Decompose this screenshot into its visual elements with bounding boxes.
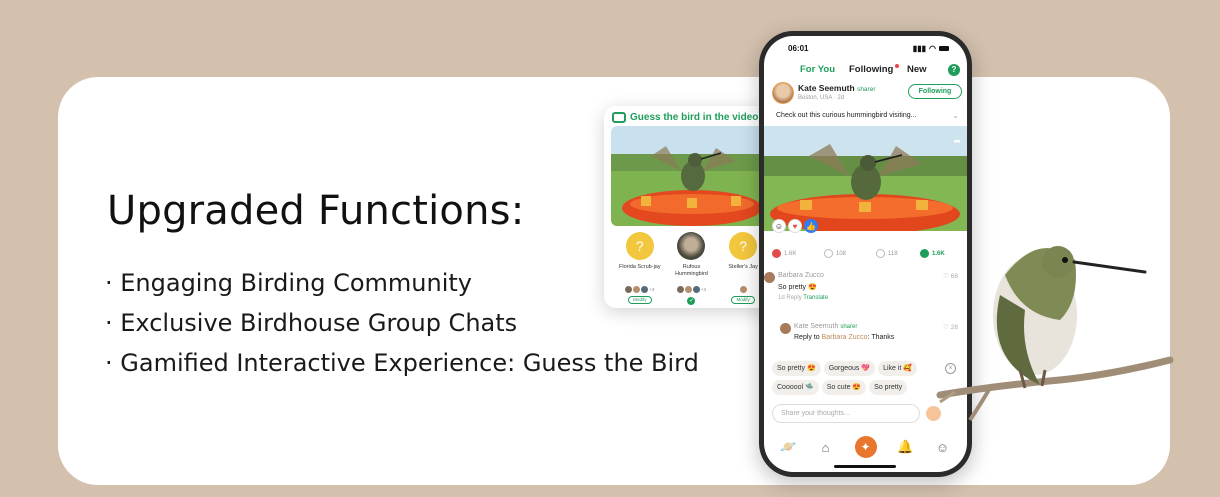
reply-to-name[interactable]: Barbara Zucco — [822, 334, 868, 341]
comment-input[interactable]: Share your thoughts... — [772, 404, 920, 423]
like-stat[interactable]: 1.6K — [772, 249, 796, 258]
following-button[interactable]: Following — [908, 84, 962, 99]
modify-button[interactable]: Modify — [731, 296, 756, 304]
hummingbird-video-image — [611, 126, 773, 226]
share-icon[interactable]: ➦ — [953, 136, 961, 147]
quick-reply-chip[interactable]: Coooool 🛸 — [772, 380, 819, 395]
guess-the-bird-card: Guess the bird in the video ? Florida Sc… — [604, 106, 779, 308]
guess-card-title: Guess the bird in the video — [612, 112, 758, 123]
guess-options: ? Florida Scrub-jay +3 Modify Rufous Hum… — [604, 232, 779, 305]
chevron-down-icon[interactable]: ⌄ — [952, 111, 959, 120]
author-role: sharer — [857, 86, 876, 93]
like-reaction-icon[interactable]: 👍 — [804, 219, 818, 233]
bookmark-stat[interactable]: 118 — [876, 249, 898, 258]
reaction-picker: ☺ ♥ 👍 — [772, 219, 818, 233]
avatar — [641, 286, 649, 293]
check-icon: ✓ — [687, 297, 696, 305]
modify-button[interactable]: Modify — [627, 296, 652, 304]
reply-link[interactable]: Reply — [786, 295, 801, 301]
translate-link[interactable]: Translate — [803, 295, 828, 301]
share-icon — [824, 249, 833, 258]
question-icon: ? — [729, 232, 758, 260]
smile-reaction-icon[interactable]: ☺ — [772, 219, 786, 233]
signal-icons: ▮▮▮ ◠ — [913, 44, 949, 53]
reply-prefix: Reply to — [794, 334, 820, 341]
avatar — [692, 286, 700, 293]
heart-icon — [772, 249, 781, 258]
avatar — [625, 286, 633, 293]
post-author[interactable]: Kate Seemuth sharer — [798, 83, 876, 93]
heart-reaction-icon[interactable]: ♥ — [788, 219, 802, 233]
home-indicator — [834, 465, 896, 468]
avatar — [764, 272, 775, 283]
post-media[interactable]: ➦ — [764, 126, 967, 231]
avatar — [633, 286, 641, 293]
post-header: Kate Seemuth sharer Boston, USA · 2d Fol… — [772, 82, 962, 108]
birdhouse-icon[interactable]: ⌂ — [818, 439, 834, 455]
avatar[interactable] — [772, 82, 794, 104]
reply-author-name: Kate Seemuth — [794, 323, 839, 330]
reply-body: : Thanks — [867, 334, 895, 341]
tab-following[interactable]: Following — [849, 64, 893, 75]
notification-dot — [895, 64, 899, 68]
share-count: 108 — [836, 250, 847, 257]
like-count: 1.6K — [784, 250, 797, 257]
camera-bird-icon[interactable]: ✦ — [854, 436, 877, 458]
tab-new[interactable]: New — [907, 64, 927, 75]
comment-time: 1d — [778, 295, 785, 301]
bookmark-count: 118 — [888, 250, 898, 257]
reply-author-role: sharer — [840, 324, 858, 330]
hummingbird-feeder-image — [764, 126, 967, 231]
author-name: Kate Seemuth — [798, 83, 855, 93]
profile-icon[interactable]: ☺ — [935, 439, 951, 455]
quick-reply-chip[interactable]: Like it 🥰 — [878, 361, 918, 376]
guess-video[interactable] — [611, 126, 773, 226]
question-icon: ? — [625, 232, 654, 260]
avatar — [684, 286, 692, 293]
tab-for-you[interactable]: For You — [800, 64, 835, 75]
battery-icon — [939, 46, 949, 51]
help-icon[interactable]: ? — [948, 64, 960, 76]
planet-icon[interactable]: 🪐 — [780, 439, 796, 455]
bell-icon[interactable]: 🔔 — [897, 439, 913, 455]
guess-option[interactable]: Rufous Hummingbird +3 ✓ — [666, 232, 716, 305]
page-title: Upgraded Functions: — [107, 188, 525, 234]
wifi-icon: ◠ — [929, 44, 936, 53]
bookmark-icon — [876, 249, 885, 258]
voter-avatars: +3 — [615, 286, 665, 293]
quick-reply-chip[interactable]: Gorgeous 💖 — [823, 361, 876, 376]
quick-reply-chip[interactable]: So cute 😍 — [821, 380, 867, 395]
comment-icon — [920, 249, 929, 258]
option-label: Rufous Hummingbird — [675, 264, 708, 277]
avatar — [739, 286, 747, 293]
quick-reply-chip[interactable]: So pretty — [869, 380, 908, 395]
share-stat[interactable]: 108 — [824, 249, 846, 258]
option-label: Florida Scrub-jay — [619, 264, 661, 270]
voter-count: +3 — [700, 287, 707, 292]
quick-reply-chip[interactable]: So pretty 😍 — [772, 361, 821, 376]
avatar — [676, 286, 684, 293]
guess-option[interactable]: ? Florida Scrub-jay +3 Modify — [615, 232, 665, 305]
status-bar: 06:01 ▮▮▮ ◠ — [764, 36, 967, 56]
feature-item: · Exclusive Birdhouse Group Chats — [105, 309, 518, 337]
video-icon — [612, 112, 626, 123]
post-caption[interactable]: Check out this curious hummingbird visit… — [776, 112, 916, 119]
avatar — [780, 323, 791, 334]
feed-tabs: For You Following New ? — [764, 62, 967, 78]
signal-icon: ▮▮▮ — [912, 44, 927, 53]
status-time: 06:01 — [788, 44, 809, 53]
feature-item: · Gamified Interactive Experience: Guess… — [105, 349, 699, 377]
hummingbird-illustration — [936, 246, 1174, 422]
post-location: Boston, USA · 2d — [798, 95, 845, 101]
voter-avatars: +3 — [666, 286, 716, 293]
voter-count: +3 — [649, 287, 655, 292]
bird-photo — [677, 232, 706, 260]
guess-card-title-text: Guess the bird in the video — [630, 112, 759, 123]
